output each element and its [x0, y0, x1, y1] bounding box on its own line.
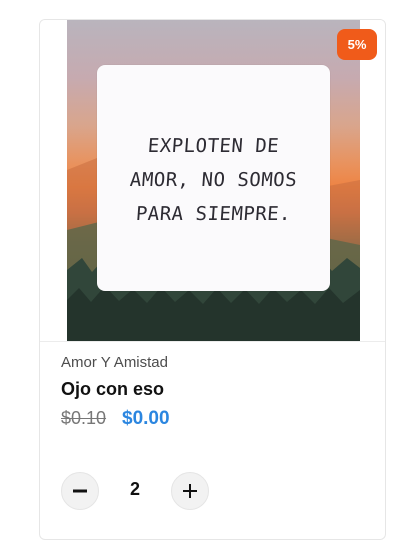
- product-category[interactable]: Amor Y Amistad: [61, 354, 168, 371]
- quote-line-2: AMOR, NO SOMOS: [129, 169, 298, 191]
- product-title[interactable]: Ojo con eso: [61, 379, 164, 400]
- quantity-value: 2: [129, 479, 140, 499]
- increase-quantity-button[interactable]: [171, 472, 209, 510]
- quote-note-card: EXPLOTEN DE AMOR, NO SOMOS PARA SIEMPRE.: [97, 65, 330, 291]
- discount-badge: 5%: [337, 29, 377, 60]
- decrease-quantity-button[interactable]: [61, 472, 99, 510]
- product-image[interactable]: EXPLOTEN DE AMOR, NO SOMOS PARA SIEMPRE.: [67, 20, 360, 341]
- product-image-area[interactable]: EXPLOTEN DE AMOR, NO SOMOS PARA SIEMPRE.…: [40, 20, 385, 342]
- product-card: EXPLOTEN DE AMOR, NO SOMOS PARA SIEMPRE.…: [39, 19, 386, 540]
- current-price: $0.00: [122, 408, 170, 429]
- original-price: $0.10: [61, 408, 107, 428]
- plus-icon: [183, 484, 197, 498]
- quote-line-1: EXPLOTEN DE: [147, 135, 280, 157]
- quote-line-3: PARA SIEMPRE.: [135, 203, 292, 225]
- minus-icon: [73, 489, 87, 493]
